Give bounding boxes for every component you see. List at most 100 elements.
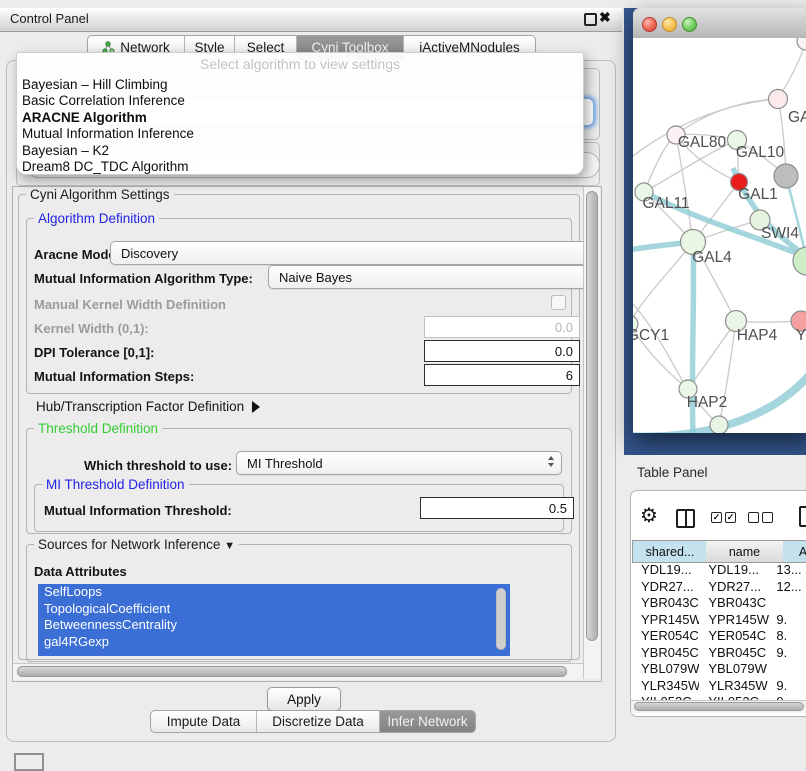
column-header-label: name bbox=[729, 545, 760, 559]
table-cell: 12... bbox=[769, 579, 806, 596]
network-node-label: GCY1 bbox=[633, 327, 669, 344]
apply-button[interactable]: Apply bbox=[267, 687, 341, 711]
table-cell: 13... bbox=[769, 562, 806, 579]
table-cell: YER054C bbox=[632, 628, 699, 645]
bottom-tab-infer-network[interactable]: Infer Network bbox=[380, 711, 475, 732]
network-graph: GALGAL80GAL10GAL1GAL11SWI4GAL4GCY1HAP4YH… bbox=[633, 38, 806, 433]
cyni-algorithm-settings-title: Cyni Algorithm Settings bbox=[26, 187, 174, 202]
data-attributes-label: Data Attributes bbox=[34, 564, 127, 579]
table-cell: YLR345W bbox=[632, 678, 699, 695]
network-node-label: GAL10 bbox=[736, 144, 785, 161]
checked-box-icon: ✓ bbox=[711, 512, 722, 523]
network-view-window[interactable]: GALGAL80GAL10GAL1GAL11SWI4GAL4GCY1HAP4YH… bbox=[633, 8, 806, 433]
table-settings-gear-icon[interactable]: ⚙ bbox=[640, 506, 658, 526]
hub-definition-label: Hub/Transcription Factor Definition bbox=[36, 399, 244, 414]
mi-threshold-field[interactable]: 0.5 bbox=[420, 497, 574, 519]
table-row[interactable]: YBL079WYBL079W bbox=[632, 661, 806, 678]
close-window-icon[interactable] bbox=[642, 17, 657, 32]
network-node-label: GAL bbox=[788, 109, 806, 126]
algorithm-option[interactable]: Bayesian – Hill Climbing bbox=[17, 77, 583, 93]
float-panel-icon[interactable] bbox=[584, 13, 597, 26]
column-header-partial[interactable]: A bbox=[783, 540, 806, 563]
network-window-titlebar[interactable] bbox=[633, 8, 806, 39]
table-cell: YBL079W bbox=[632, 661, 699, 678]
column-header-shared-name[interactable]: shared... bbox=[632, 540, 708, 563]
table-cell: YBR045C bbox=[699, 645, 769, 662]
algorithm-definition-title: Algorithm Definition bbox=[34, 211, 159, 226]
node-bottom-partial[interactable] bbox=[710, 416, 728, 433]
partial-icon-bottom-left[interactable] bbox=[14, 753, 44, 771]
dpi-tolerance-label: DPI Tolerance [0,1]: bbox=[34, 345, 154, 360]
column-header-name[interactable]: name bbox=[706, 540, 784, 563]
which-threshold-combo[interactable]: MI Threshold bbox=[236, 451, 562, 475]
zoom-window-icon[interactable] bbox=[682, 17, 697, 32]
close-panel-icon[interactable]: ✖ bbox=[599, 9, 611, 26]
column-header-label: shared... bbox=[646, 545, 695, 559]
table-row[interactable]: YBR045CYBR045C9. bbox=[632, 645, 806, 662]
table-row[interactable]: YLR345WYLR345W9. bbox=[632, 678, 806, 695]
bottom-tab-impute-data[interactable]: Impute Data bbox=[151, 711, 257, 732]
table-cell: YDL19... bbox=[632, 562, 699, 579]
network-edge bbox=[676, 99, 778, 135]
unchecked-box-icon bbox=[762, 512, 773, 523]
algorithm-option[interactable]: Basic Correlation Inference bbox=[17, 93, 583, 109]
aracne-mode-combo[interactable]: Discovery bbox=[110, 241, 600, 265]
attributes-scrollbar-thumb[interactable] bbox=[496, 588, 506, 650]
node-gray[interactable] bbox=[774, 164, 798, 188]
algorithm-option[interactable]: Mutual Information Inference bbox=[17, 126, 583, 142]
mi-threshold-definition-title: MI Threshold Definition bbox=[42, 477, 189, 492]
table-cell: YBL079W bbox=[699, 661, 769, 678]
manual-kernel-checkbox[interactable] bbox=[551, 295, 566, 310]
mi-type-value: Naive Bayes bbox=[279, 270, 352, 285]
hub-definition-toggle[interactable]: Hub/Transcription Factor Definition bbox=[36, 399, 260, 414]
sources-title[interactable]: Sources for Network Inference ▼ bbox=[34, 537, 239, 552]
table-cell: 9. bbox=[769, 645, 806, 662]
kernel-width-field[interactable]: 0.0 bbox=[424, 316, 580, 338]
table-row[interactable]: YDL19...YDL19...13... bbox=[632, 562, 806, 579]
dpi-tolerance-field[interactable]: 0.0 bbox=[424, 340, 580, 362]
aracne-mode-label: Aracne Mode: bbox=[34, 247, 120, 262]
table-cell: YBR043C bbox=[699, 595, 769, 612]
which-threshold-value: MI Threshold bbox=[247, 456, 323, 471]
tab-label: Impute Data bbox=[167, 714, 241, 729]
network-canvas[interactable]: GALGAL80GAL10GAL1GAL11SWI4GAL4GCY1HAP4YH… bbox=[633, 38, 806, 433]
mi-threshold-label: Mutual Information Threshold: bbox=[44, 503, 232, 518]
algorithm-dropdown-list: Select algorithm to view settings Bayesi… bbox=[16, 52, 584, 175]
bottom-tab-discretize-data[interactable]: Discretize Data bbox=[257, 711, 380, 732]
table-row[interactable]: YER054CYER054C8. bbox=[632, 628, 806, 645]
table-row[interactable]: YDR27...YDR27...12... bbox=[632, 579, 806, 596]
dropdown-placeholder: Select algorithm to view settings bbox=[17, 53, 583, 77]
table-cell: YDR27... bbox=[632, 579, 699, 596]
table-cell bbox=[769, 661, 806, 678]
node-pink-top[interactable] bbox=[769, 90, 788, 109]
minimize-window-icon[interactable] bbox=[662, 17, 677, 32]
settings-vscrollbar-thumb[interactable] bbox=[586, 191, 598, 641]
network-node-label: HAP4 bbox=[737, 327, 778, 344]
combo-arrows-icon bbox=[548, 456, 554, 467]
algorithm-option[interactable]: Dream8 DC_TDC Algorithm bbox=[17, 159, 583, 175]
mi-type-combo[interactable]: Naive Bayes bbox=[268, 265, 600, 289]
mi-steps-label: Mutual Information Steps: bbox=[34, 369, 194, 384]
table-row[interactable]: YPR145WYPR145W9. bbox=[632, 612, 806, 629]
table-hscrollbar-thumb[interactable] bbox=[634, 702, 804, 711]
deselect-all-checkboxes-icon[interactable] bbox=[748, 512, 773, 523]
algorithm-option[interactable]: Bayesian – K2 bbox=[17, 143, 583, 159]
attribute-item-selected[interactable]: gal4RGexp bbox=[38, 634, 510, 651]
data-attributes-list[interactable]: SelfLoopsTopologicalCoefficientBetweenne… bbox=[38, 584, 510, 656]
settings-hscrollbar-thumb[interactable] bbox=[17, 666, 567, 677]
table-cell: YBR043C bbox=[632, 595, 699, 612]
attribute-item-selected[interactable]: TopologicalCoefficient bbox=[38, 601, 510, 618]
algorithm-option[interactable]: ARACNE Algorithm bbox=[17, 110, 583, 126]
attribute-item-selected[interactable]: BetweennessCentrality bbox=[38, 617, 510, 634]
table-cell: YPR145W bbox=[699, 612, 769, 629]
select-all-checkboxes-icon[interactable]: ✓ ✓ bbox=[711, 512, 736, 523]
control-panel-titlebar bbox=[0, 8, 622, 32]
split-columns-icon[interactable] bbox=[676, 509, 695, 528]
attribute-item-selected[interactable]: SelfLoops bbox=[38, 584, 510, 601]
mi-steps-field[interactable]: 6 bbox=[424, 364, 580, 386]
node-top-partial[interactable] bbox=[797, 38, 806, 50]
table-panel-title: Table Panel bbox=[637, 465, 708, 480]
table-row[interactable]: YBR043CYBR043C bbox=[632, 595, 806, 612]
mi-type-label: Mutual Information Algorithm Type: bbox=[34, 271, 253, 286]
table-sheet-icon[interactable] bbox=[799, 506, 806, 527]
